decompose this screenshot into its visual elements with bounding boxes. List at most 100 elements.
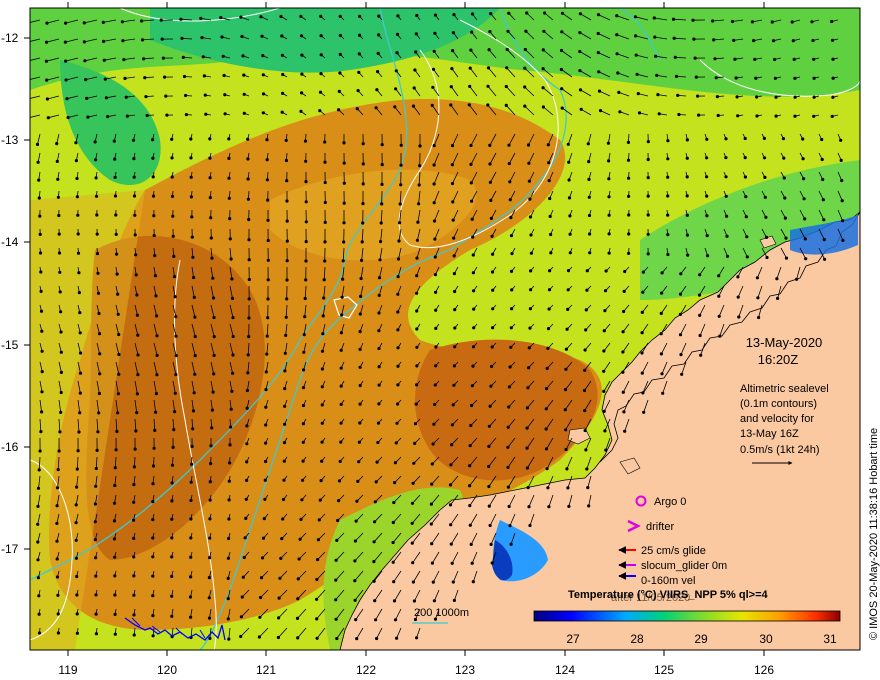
velocity-arrow-head	[170, 194, 175, 198]
velocity-arrow-head	[374, 106, 378, 110]
velocity-arrow-head	[622, 410, 626, 414]
colorbar-tick-label: 27	[566, 632, 580, 646]
velocity-arrow-head	[604, 448, 608, 452]
velocity-arrow-head	[357, 52, 361, 56]
velocity-arrow-head	[40, 410, 44, 414]
velocity-arrow-head	[208, 196, 212, 200]
velocity-arrow-head	[607, 159, 611, 163]
velocity-arrow-head	[226, 556, 230, 560]
velocity-arrow-head	[357, 70, 361, 74]
velocity-arrow-head	[208, 556, 212, 560]
velocity-arrow-head	[821, 177, 825, 182]
velocity-arrow-head	[94, 176, 98, 180]
velocity-arrow-head	[374, 480, 378, 484]
velocity-arrow-head	[583, 348, 587, 352]
velocity-arrow-head	[528, 326, 532, 330]
velocity-arrow-head	[468, 84, 472, 88]
velocity-arrow-head	[227, 137, 231, 141]
velocity-arrow-head	[584, 308, 588, 312]
velocity-arrow-head	[717, 294, 721, 298]
velocity-arrow-head	[361, 162, 365, 166]
velocity-arrow-head	[506, 445, 510, 449]
velocity-arrow-head	[316, 558, 320, 562]
velocity-arrow-head	[377, 14, 381, 18]
velocity-arrow-head	[698, 333, 702, 338]
velocity-arrow-head	[666, 139, 670, 143]
velocity-arrow-head	[790, 20, 794, 24]
velocity-arrow-head	[261, 54, 265, 58]
velocity-arrow-head	[396, 402, 400, 406]
velocity-arrow-head	[666, 175, 670, 179]
velocity-arrow-head	[55, 557, 59, 561]
velocity-arrow-head	[208, 636, 212, 641]
velocity-arrow-head	[241, 54, 245, 58]
velocity-arrow-head	[547, 179, 551, 183]
velocity-arrow-head	[59, 370, 64, 374]
velocity-arrow-head	[117, 352, 121, 357]
velocity-arrow-head	[450, 443, 454, 447]
velocity-arrow-head	[247, 316, 251, 320]
velocity-arrow-head	[733, 57, 737, 61]
velocity-arrow-head	[208, 137, 212, 141]
velocity-arrow-head	[304, 240, 308, 244]
velocity-arrow-head	[154, 410, 158, 414]
velocity-arrow-head	[450, 163, 454, 167]
velocity-arrow-head	[40, 329, 44, 333]
velocity-arrow-head	[170, 175, 174, 179]
velocity-arrow-head	[432, 599, 436, 603]
velocity-arrow-head	[112, 139, 116, 143]
velocity-arrow-head	[541, 86, 545, 90]
velocity-arrow-head	[679, 272, 683, 276]
velocity-arrow-head	[622, 289, 626, 293]
velocity-arrow-head	[339, 421, 343, 425]
velocity-arrow-head	[304, 259, 308, 263]
velocity-arrow-head	[82, 21, 86, 25]
velocity-arrow-head	[506, 425, 510, 429]
velocity-arrow-head	[257, 635, 261, 639]
velocity-arrow-head	[623, 429, 627, 433]
velocity-arrow-head	[488, 143, 492, 147]
velocity-arrow-head	[98, 352, 102, 356]
velocity-arrow-head	[680, 372, 684, 376]
velocity-arrow-head	[192, 391, 196, 395]
velocity-arrow-head	[694, 75, 698, 79]
velocity-arrow-head	[189, 137, 193, 141]
velocity-arrow-head	[283, 387, 287, 391]
velocity-arrow-head	[223, 93, 227, 97]
velocity-arrow-head	[792, 57, 796, 62]
velocity-arrow-head	[603, 429, 607, 433]
velocity-arrow-head	[685, 233, 690, 237]
velocity-arrow-head	[705, 175, 709, 179]
velocity-arrow-head	[193, 354, 197, 358]
velocity-arrow-head	[377, 33, 381, 37]
velocity-arrow-head	[415, 238, 419, 242]
velocity-arrow-head	[189, 575, 193, 579]
velocity-arrow-head	[189, 498, 193, 502]
velocity-arrow-head	[711, 19, 715, 23]
velocity-arrow-head	[597, 89, 602, 93]
velocity-arrow-head	[470, 12, 475, 16]
velocity-arrow-head	[165, 113, 169, 117]
velocity-arrow-head	[433, 31, 437, 35]
velocity-arrow-head	[565, 467, 569, 471]
velocity-arrow-head	[59, 350, 63, 354]
velocity-arrow-head	[660, 291, 664, 295]
velocity-arrow-head	[97, 311, 101, 316]
velocity-arrow-head	[762, 156, 767, 160]
velocity-arrow-head	[172, 428, 176, 432]
velocity-arrow-head	[64, 21, 68, 25]
velocity-arrow-head	[264, 459, 268, 464]
velocity-arrow-head	[318, 498, 322, 502]
velocity-arrow-head	[451, 403, 455, 407]
velocity-arrow-head	[686, 253, 690, 257]
velocity-arrow-head	[78, 311, 82, 315]
velocity-arrow-head	[96, 271, 100, 275]
velocity-arrow-head	[548, 196, 552, 201]
velocity-arrow-head	[171, 234, 175, 238]
velocity-arrow-head	[135, 293, 139, 297]
velocity-arrow-head	[75, 485, 79, 489]
velocity-arrow-head	[452, 254, 456, 258]
velocity-arrow-head	[209, 444, 213, 448]
velocity-arrow-head	[433, 383, 437, 387]
velocity-arrow-head	[549, 251, 553, 255]
